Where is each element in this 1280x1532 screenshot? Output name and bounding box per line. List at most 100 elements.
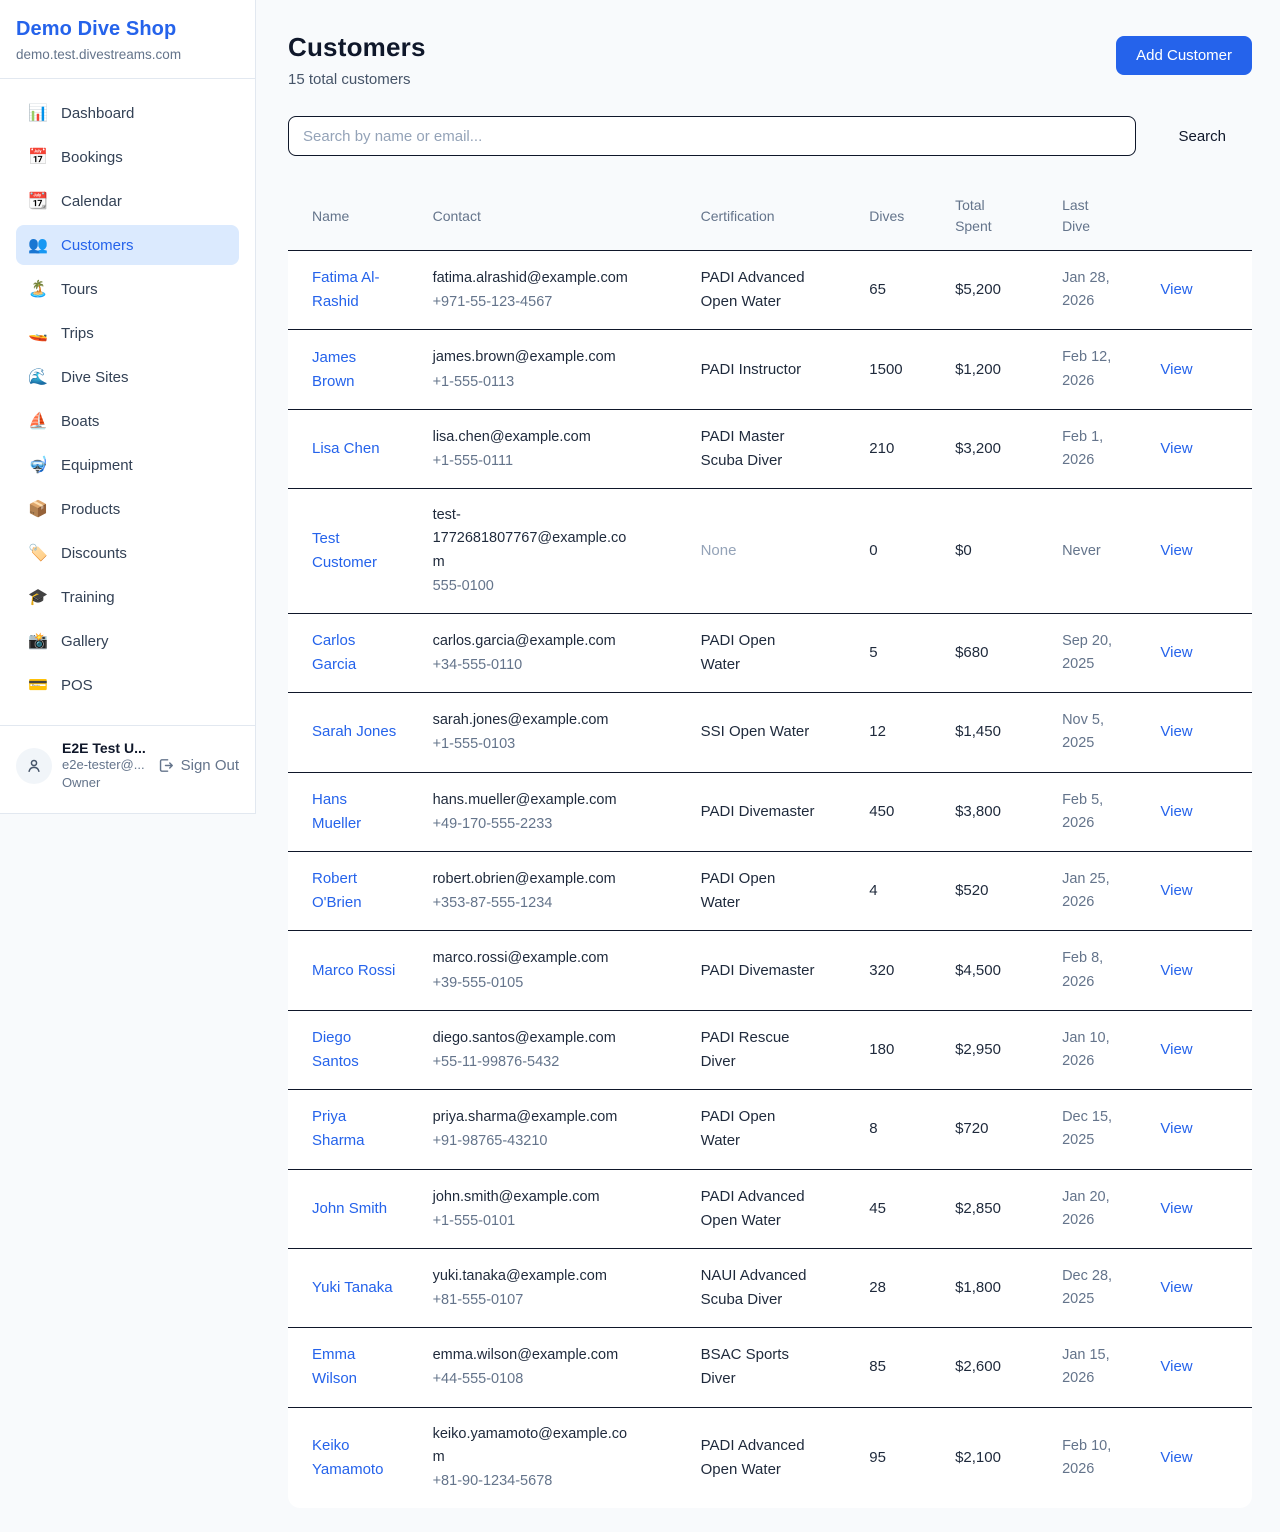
view-customer-link[interactable]: View	[1160, 361, 1192, 378]
bar-chart-icon: 📊	[28, 103, 48, 123]
sidebar-item-label: Calendar	[61, 193, 122, 210]
customer-name-link[interactable]: Test Customer	[312, 527, 398, 575]
add-customer-button[interactable]: Add Customer	[1116, 36, 1252, 75]
sidebar-nav: 📊 Dashboard 📅 Bookings 📆 Calendar 👥 Cust…	[0, 79, 255, 719]
view-customer-link[interactable]: View	[1160, 281, 1192, 298]
view-customer-link[interactable]: View	[1160, 440, 1192, 457]
diving-mask-icon: 🤿	[28, 455, 48, 475]
view-customer-link[interactable]: View	[1160, 962, 1192, 979]
sidebar-item-label: POS	[61, 677, 93, 694]
customer-name-link[interactable]: Emma Wilson	[312, 1343, 398, 1391]
customer-certification: PADI Open Water	[701, 1105, 816, 1153]
total-customers-count: 15 total customers	[288, 71, 426, 88]
column-header-certification: Certification	[701, 182, 870, 251]
sidebar-item-pos[interactable]: 💳 POS	[16, 665, 239, 705]
table-row: Fatima Al-Rashid fatima.alrashid@example…	[288, 251, 1252, 330]
customer-total-spent: $1,450	[955, 723, 1001, 740]
sidebar-item-label: Boats	[61, 413, 99, 430]
customer-phone: +39-555-0105	[433, 975, 524, 991]
customer-dives: 210	[869, 440, 894, 457]
table-row: Sarah Jones sarah.jones@example.com +1-5…	[288, 693, 1252, 772]
customer-last-dive: Jan 10, 2026	[1062, 1027, 1124, 1073]
sidebar-item-label: Bookings	[61, 149, 123, 166]
customer-dives: 12	[869, 723, 886, 740]
customer-phone: 555-0100	[433, 578, 494, 594]
customer-name-link[interactable]: Diego Santos	[312, 1026, 398, 1074]
package-icon: 📦	[28, 499, 48, 519]
customer-certification: PADI Advanced Open Water	[701, 1434, 816, 1482]
people-icon: 👥	[28, 235, 48, 255]
customer-last-dive: Dec 15, 2025	[1062, 1106, 1124, 1152]
customer-total-spent: $2,600	[955, 1358, 1001, 1375]
sidebar-item-boats[interactable]: ⛵ Boats	[16, 401, 239, 441]
customer-email: priya.sharma@example.com	[433, 1106, 618, 1129]
customer-email: james.brown@example.com	[433, 346, 616, 369]
customer-last-dive: Jan 28, 2026	[1062, 267, 1124, 313]
person-icon	[25, 757, 43, 775]
view-customer-link[interactable]: View	[1160, 1041, 1192, 1058]
customer-name-link[interactable]: Priya Sharma	[312, 1105, 398, 1153]
customer-name-link[interactable]: Hans Mueller	[312, 788, 398, 836]
view-customer-link[interactable]: View	[1160, 803, 1192, 820]
sidebar-item-trips[interactable]: 🚤 Trips	[16, 313, 239, 353]
search-button[interactable]: Search	[1178, 128, 1226, 145]
customer-name-link[interactable]: Keiko Yamamoto	[312, 1434, 398, 1482]
customer-certification: PADI Divemaster	[701, 800, 815, 824]
customer-name-link[interactable]: James Brown	[312, 346, 398, 394]
sidebar-item-bookings[interactable]: 📅 Bookings	[16, 137, 239, 177]
customer-certification: PADI Open Water	[701, 867, 816, 915]
customer-last-dive: Jan 20, 2026	[1062, 1186, 1124, 1232]
tear-off-calendar-icon: 📆	[28, 191, 48, 211]
view-customer-link[interactable]: View	[1160, 1279, 1192, 1296]
table-row: James Brown james.brown@example.com +1-5…	[288, 330, 1252, 409]
customer-phone: +81-90-1234-5678	[433, 1473, 553, 1489]
sign-out-button[interactable]: Sign Out	[157, 757, 239, 774]
customer-dives: 85	[869, 1358, 886, 1375]
customer-total-spent: $2,850	[955, 1200, 1001, 1217]
customer-email: emma.wilson@example.com	[433, 1344, 619, 1367]
sidebar-item-label: Tours	[61, 281, 98, 298]
customer-total-spent: $2,950	[955, 1041, 1001, 1058]
sidebar-item-products[interactable]: 📦 Products	[16, 489, 239, 529]
search-input[interactable]	[288, 116, 1136, 156]
sign-out-icon	[157, 757, 174, 774]
sidebar-item-training[interactable]: 🎓 Training	[16, 577, 239, 617]
customer-name-link[interactable]: Sarah Jones	[312, 720, 396, 744]
sidebar-item-dive-sites[interactable]: 🌊 Dive Sites	[16, 357, 239, 397]
customer-phone: +1-555-0103	[433, 736, 516, 752]
sidebar-item-calendar[interactable]: 📆 Calendar	[16, 181, 239, 221]
speedboat-icon: 🚤	[28, 323, 48, 343]
sidebar-item-customers[interactable]: 👥 Customers	[16, 225, 239, 265]
view-customer-link[interactable]: View	[1160, 644, 1192, 661]
sidebar-item-dashboard[interactable]: 📊 Dashboard	[16, 93, 239, 133]
sidebar-item-discounts[interactable]: 🏷️ Discounts	[16, 533, 239, 573]
view-customer-link[interactable]: View	[1160, 1120, 1192, 1137]
page-header: Customers 15 total customers Add Custome…	[288, 32, 1252, 88]
main-content: Customers 15 total customers Add Custome…	[256, 0, 1280, 1532]
customer-name-link[interactable]: Robert O'Brien	[312, 867, 398, 915]
sidebar-item-tours[interactable]: 🏝️ Tours	[16, 269, 239, 309]
customer-certification: PADI Master Scuba Diver	[701, 425, 816, 473]
customer-email: marco.rossi@example.com	[433, 947, 609, 970]
customer-name-link[interactable]: Marco Rossi	[312, 959, 395, 983]
customer-certification: PADI Instructor	[701, 358, 802, 382]
view-customer-link[interactable]: View	[1160, 882, 1192, 899]
customer-dives: 320	[869, 962, 894, 979]
view-customer-link[interactable]: View	[1160, 542, 1192, 559]
view-customer-link[interactable]: View	[1160, 1358, 1192, 1375]
customer-total-spent: $3,800	[955, 803, 1001, 820]
user-box: E2E Test U... e2e-tester@... Owner Sign …	[0, 725, 255, 809]
avatar	[16, 748, 52, 784]
sidebar-item-equipment[interactable]: 🤿 Equipment	[16, 445, 239, 485]
customer-name-link[interactable]: Fatima Al-Rashid	[312, 266, 398, 314]
view-customer-link[interactable]: View	[1160, 1200, 1192, 1217]
customer-name-link[interactable]: Yuki Tanaka	[312, 1276, 393, 1300]
customer-phone: +1-555-0111	[433, 453, 514, 469]
view-customer-link[interactable]: View	[1160, 1449, 1192, 1466]
sidebar-item-gallery[interactable]: 📸 Gallery	[16, 621, 239, 661]
user-name: E2E Test U...	[62, 740, 147, 756]
view-customer-link[interactable]: View	[1160, 723, 1192, 740]
customer-name-link[interactable]: Carlos Garcia	[312, 629, 398, 677]
customer-name-link[interactable]: John Smith	[312, 1197, 387, 1221]
customer-name-link[interactable]: Lisa Chen	[312, 437, 380, 461]
